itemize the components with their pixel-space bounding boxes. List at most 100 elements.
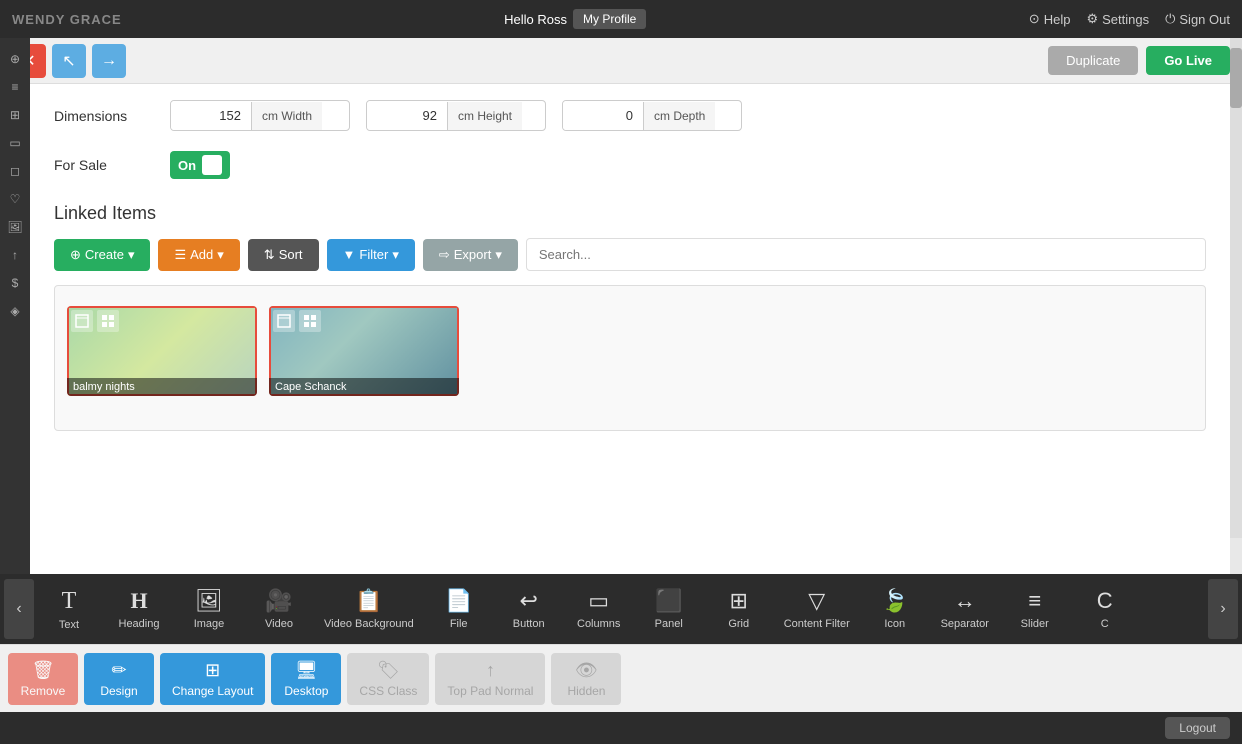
widget-image[interactable]: 🖼 Image [174,580,244,638]
depth-input[interactable] [563,101,643,130]
sidebar-icon-9[interactable]: $ [2,270,28,296]
item-card-2-icon [273,310,295,332]
sign-out-link[interactable]: ⏻ Sign Out [1165,11,1230,27]
logout-button[interactable]: Logout [1165,717,1230,739]
pencil-icon: ✏ [111,660,126,681]
search-input[interactable] [526,238,1206,271]
button-icon: ↩ [519,588,537,614]
width-input[interactable] [171,101,251,130]
widget-slider[interactable]: ≡ Slider [1000,580,1070,638]
dimensions-label: Dimensions [54,108,154,124]
top-pad-button[interactable]: ↑ Top Pad Normal [435,653,545,705]
sidebar-icon-4[interactable]: ▭ [2,130,28,156]
heading-icon: H [130,588,147,614]
sidebar-icon-1[interactable]: ⊕ [2,46,28,72]
widget-items: T Text H Heading 🖼 Image 🎥 Video 📋 Video… [34,580,1208,639]
video-icon: 🎥 [265,588,292,614]
item-card-1-label: balmy nights [67,378,257,396]
right-scrollbar[interactable] [1230,38,1242,538]
widget-heading[interactable]: H Heading [104,580,174,638]
export-button[interactable]: ⇨ Export ▾ [423,239,518,271]
widget-content-filter[interactable]: ▽ Content Filter [774,580,860,638]
sidebar-icon-3[interactable]: ⊞ [2,102,28,128]
widget-text[interactable]: T Text [34,580,104,639]
scrollbar-thumb [1230,48,1242,108]
settings-icon: ⚙ [1086,11,1098,27]
item-card-2-icon2 [299,310,321,332]
tag-icon: 🏷 [377,660,400,681]
filter-icon: ▼ [343,247,356,262]
top-nav: WENDY GRACE Hello Ross My Profile ⊙ Help… [0,0,1242,38]
left-sidebar: ⊕ ≡ ⊞ ▭ ◻ ♡ 🖼 ↑ $ ◈ [0,38,30,644]
image-icon: 🖼 [195,588,223,614]
toggle-on-label: On [178,158,196,173]
widget-grid[interactable]: ⊞ Grid [704,580,774,638]
linked-items-section: Linked Items ⊕ Create ▾ ☰ Add ▾ ⇅ Sort [54,203,1206,431]
forward-button[interactable]: → [92,44,126,78]
desktop-button[interactable]: 🖥 Desktop [271,653,341,705]
power-icon: ⏻ [1165,11,1175,27]
sort-button[interactable]: ⇅ Sort [248,239,319,271]
widget-file[interactable]: 📄 File [424,580,494,638]
item-card-1[interactable]: balmy nights [67,306,257,396]
go-live-button[interactable]: Go Live [1146,46,1230,75]
add-icon: ☰ [174,247,186,263]
item-card-2[interactable]: Cape Schanck [269,306,459,396]
my-profile-button[interactable]: My Profile [573,9,646,29]
toggle-indicator [202,155,222,175]
widget-bar-prev[interactable]: ‹ [4,579,34,639]
sidebar-icon-6[interactable]: ♡ [2,186,28,212]
widget-columns[interactable]: ▭ Columns [564,580,634,638]
for-sale-toggle[interactable]: On [170,151,230,179]
duplicate-button[interactable]: Duplicate [1048,46,1138,75]
back-button[interactable]: ↖ [52,44,86,78]
dimensions-row: Dimensions cm Width cm Height cm Depth [54,100,1206,131]
widget-bar-next[interactable]: › [1208,579,1238,639]
hidden-button[interactable]: 👁 Hidden [551,653,621,705]
widget-grid-label: Grid [728,618,749,630]
sidebar-icon-2[interactable]: ≡ [2,74,28,100]
widget-text-label: Text [59,619,79,631]
widget-video-bg[interactable]: 📋 Video Background [314,580,424,638]
sidebar-icon-7[interactable]: 🖼 [2,214,28,240]
widget-icon-label: Icon [884,618,905,630]
sidebar-icon-5[interactable]: ◻ [2,158,28,184]
footer-bar: Logout [0,712,1242,744]
top-pad-icon: ↑ [486,660,495,681]
height-input[interactable] [367,101,447,130]
design-button[interactable]: ✏ Design [84,653,154,705]
width-unit: cm Width [251,102,322,130]
filter-chevron-icon: ▾ [392,247,399,263]
width-input-group: cm Width [170,100,350,131]
eye-icon: 👁 [575,660,598,681]
widget-video[interactable]: 🎥 Video [244,580,314,638]
widget-icon-widget[interactable]: 🍃 Icon [860,580,930,638]
add-button[interactable]: ☰ Add ▾ [158,239,239,271]
remove-button[interactable]: 🗑 Remove [8,653,78,705]
item-card-2-label: Cape Schanck [269,378,459,396]
widget-separator-label: Separator [941,618,989,630]
widget-video-label: Video [265,618,293,630]
filter-button[interactable]: ▼ Filter ▾ [327,239,415,271]
css-class-button[interactable]: 🏷 CSS Class [347,653,429,705]
depth-unit: cm Depth [643,102,715,130]
item-card-2-inner: Cape Schanck [269,306,459,396]
widget-extra[interactable]: C C [1070,580,1140,638]
user-info: Hello Ross My Profile [504,9,646,29]
widget-panel[interactable]: ⬛ Panel [634,580,704,638]
file-icon: 📄 [445,588,472,614]
sidebar-icon-8[interactable]: ↑ [2,242,28,268]
settings-link[interactable]: ⚙ Settings [1086,11,1149,27]
depth-input-group: cm Depth [562,100,742,131]
sidebar-icon-10[interactable]: ◈ [2,298,28,324]
height-unit: cm Height [447,102,522,130]
change-layout-button[interactable]: ⊞ Change Layout [160,653,265,705]
video-bg-icon: 📋 [355,588,382,614]
plus-icon: ⊕ [70,247,81,263]
create-button[interactable]: ⊕ Create ▾ [54,239,150,271]
slider-icon: ≡ [1028,588,1041,614]
help-link[interactable]: ⊙ Help [1029,11,1071,27]
columns-icon: ▭ [588,588,609,614]
widget-button[interactable]: ↩ Button [494,580,564,638]
widget-separator[interactable]: ↔ Separator [930,580,1000,638]
